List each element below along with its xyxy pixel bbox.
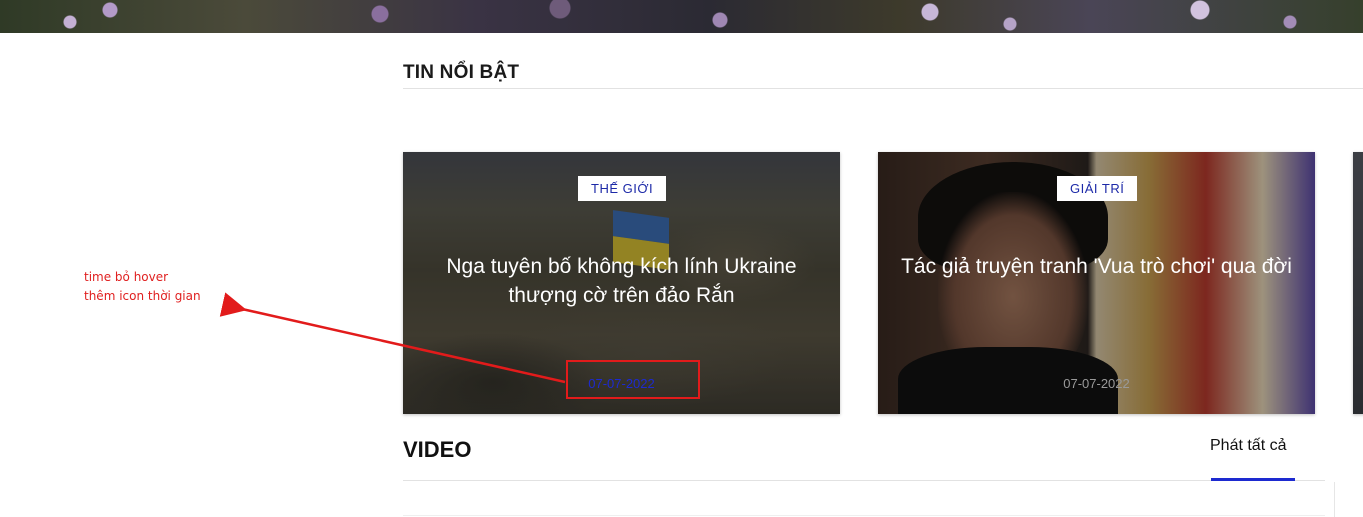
featured-card-partial[interactable] <box>1353 152 1363 414</box>
card-date: 07-07-2022 <box>1063 376 1130 391</box>
top-banner-image <box>0 0 1363 33</box>
category-badge[interactable]: GIẢI TRÍ <box>1057 176 1138 201</box>
video-bottom-divider <box>403 515 1325 516</box>
annotation-note: time bỏ hover thêm icon thời gian <box>84 268 201 306</box>
video-side-divider <box>1334 482 1335 517</box>
annotation-highlight-box <box>566 360 700 399</box>
play-all-link[interactable]: Phát tất cả <box>1210 437 1287 455</box>
featured-section-divider <box>403 88 1363 89</box>
annotation-line-1: time bỏ hover <box>84 270 169 284</box>
featured-card[interactable]: GIẢI TRÍ Tác giả truyện tranh 'Vua trò c… <box>878 152 1315 414</box>
featured-section-title: TIN NỔI BẬT <box>403 62 520 83</box>
play-all-underline <box>1211 478 1295 481</box>
video-section-title: VIDEO <box>403 437 472 462</box>
card-image <box>1353 152 1363 414</box>
video-section-divider <box>403 480 1325 481</box>
card-title[interactable]: Tác giả truyện tranh 'Vua trò chơi' qua … <box>898 252 1295 281</box>
category-badge[interactable]: THẾ GIỚI <box>578 176 667 201</box>
card-title[interactable]: Nga tuyên bố không kích lính Ukraine thư… <box>423 252 820 310</box>
page: TIN NỔI BẬT THẾ GIỚI Nga tuyên bố không … <box>0 0 1363 517</box>
annotation-line-2: thêm icon thời gian <box>84 289 201 303</box>
